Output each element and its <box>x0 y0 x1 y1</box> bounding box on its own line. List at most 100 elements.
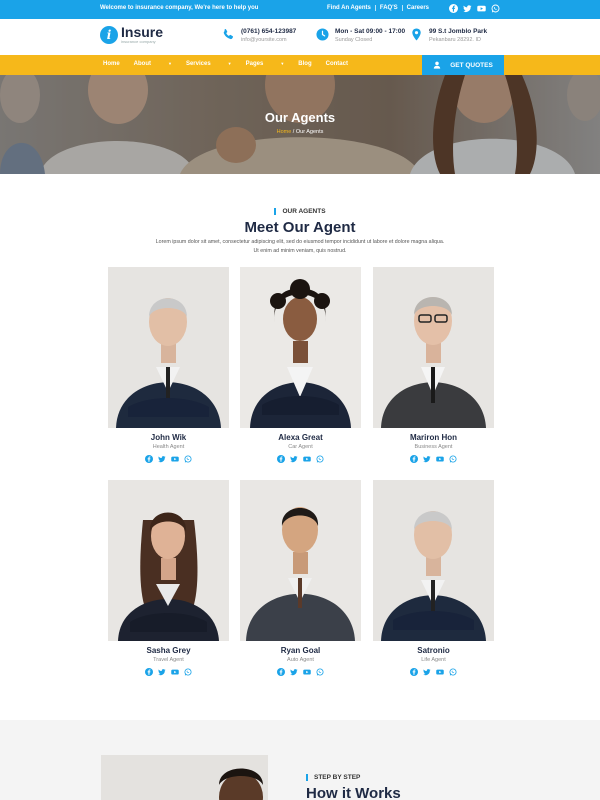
page-title: Our Agents <box>264 110 336 125</box>
phone-number: (0761) 654-123987 <box>241 28 297 35</box>
whatsapp-icon[interactable] <box>316 455 324 463</box>
hours-note: Sunday Closed <box>335 37 373 43</box>
breadcrumb-current: Our Agents <box>295 129 324 135</box>
agent-role: Business Agent <box>414 444 453 450</box>
agent-card[interactable]: John Wik Health Agent <box>108 267 229 463</box>
logo[interactable]: i Insure insurance company <box>100 24 164 44</box>
section-eyebrow-label: OUR AGENTS <box>274 208 326 215</box>
nav-about-label: About <box>133 61 151 67</box>
welcome-text: Welcome to insurance company, We're here… <box>100 5 259 11</box>
get-quotes-button[interactable]: GET QUOTES <box>422 55 504 75</box>
map-pin-icon <box>412 28 421 41</box>
nav-pages[interactable]: Pages ▼ <box>246 61 285 67</box>
agent-card[interactable]: Satronio Life Agent <box>373 480 494 676</box>
agent-card[interactable]: Sasha Grey Travel Agent <box>108 480 229 676</box>
agent-photo <box>373 480 494 641</box>
whatsapp-icon[interactable] <box>449 668 457 676</box>
twitter-icon[interactable] <box>158 455 166 463</box>
youtube-icon[interactable] <box>436 668 444 676</box>
facebook-icon[interactable] <box>410 455 418 463</box>
how-it-works-title: How it Works <box>306 785 401 800</box>
agent-name: Sasha Grey <box>146 646 191 655</box>
agent-name: Ryan Goal <box>280 646 321 655</box>
breadcrumb-home[interactable]: Home <box>277 129 292 135</box>
nav-pages-label: Pages <box>245 61 264 67</box>
chevron-down-icon: ▼ <box>280 61 285 66</box>
agent-name: Mariron Hon <box>409 433 458 442</box>
chevron-down-icon: ▼ <box>227 61 232 66</box>
whatsapp-icon[interactable] <box>316 668 324 676</box>
agent-photo <box>108 267 229 428</box>
whatsapp-icon[interactable] <box>184 455 192 463</box>
email-address: info@yoursite.com <box>241 37 287 43</box>
top-link-find-agents[interactable]: Find An Agents <box>327 5 376 11</box>
nav-about[interactable]: About ▼ <box>134 61 172 67</box>
facebook-icon[interactable] <box>449 4 458 13</box>
twitter-icon[interactable] <box>158 668 166 676</box>
page-hero: Our Agents Home / Our Agents <box>0 75 600 174</box>
get-quotes-label: GET QUOTES <box>450 61 493 69</box>
nav-services[interactable]: Services ▼ <box>186 61 232 67</box>
youtube-icon[interactable] <box>303 455 311 463</box>
agent-photo <box>373 267 494 428</box>
agent-social-links <box>373 455 494 463</box>
facebook-icon[interactable] <box>410 668 418 676</box>
phone-icon <box>223 28 234 40</box>
clock-icon <box>316 28 329 41</box>
agent-card[interactable]: Ryan Goal Auto Agent <box>240 480 361 676</box>
nav-services-label: Services <box>185 61 211 67</box>
main-nav: Home About ▼ Services ▼ Pages ▼ Blog Contac… <box>0 55 600 75</box>
brand-name: Insure <box>121 24 164 40</box>
facebook-icon[interactable] <box>277 668 285 676</box>
whatsapp-icon[interactable] <box>184 668 192 676</box>
contact-address: 99 S.t Jomblo Park Pekanbaru 28292. ID <box>410 27 487 44</box>
agent-photo <box>240 267 361 428</box>
twitter-icon[interactable] <box>463 4 472 13</box>
top-bar: Welcome to insurance company, We're here… <box>0 0 600 19</box>
section-description: Lorem ipsum dolor sit amet, consectetur … <box>140 238 460 256</box>
whatsapp-icon[interactable] <box>449 455 457 463</box>
site-header: i Insure insurance company (0761) 654-12… <box>0 19 600 55</box>
agent-social-links <box>108 455 229 463</box>
twitter-icon[interactable] <box>290 668 298 676</box>
agent-role: Car Agent <box>288 444 313 450</box>
youtube-icon[interactable] <box>436 455 444 463</box>
agent-photo <box>240 480 361 641</box>
nav-contact[interactable]: Contact <box>326 61 348 67</box>
section-description-line-2: Ut enim ad minim veniam, quis nostrud. <box>253 248 347 254</box>
agent-photo <box>108 480 229 641</box>
street-address: 99 S.t Jomblo Park <box>429 28 488 35</box>
city-address: Pekanbaru 28292. ID <box>429 37 481 43</box>
top-social-links <box>449 4 500 13</box>
facebook-icon[interactable] <box>145 668 153 676</box>
whatsapp-icon[interactable] <box>491 4 500 13</box>
top-link-faqs[interactable]: FAQ'S <box>376 5 403 11</box>
agent-role: Life Agent <box>421 657 446 663</box>
agent-social-links <box>373 668 494 676</box>
user-icon <box>433 61 441 69</box>
youtube-icon[interactable] <box>303 668 311 676</box>
facebook-icon[interactable] <box>145 455 153 463</box>
section-description-line-1: Lorem ipsum dolor sit amet, consectetur … <box>155 239 445 245</box>
agent-card[interactable]: Alexa Great Car Agent <box>240 267 361 463</box>
youtube-icon[interactable] <box>477 4 486 13</box>
facebook-icon[interactable] <box>277 455 285 463</box>
nav-blog[interactable]: Blog <box>298 61 311 67</box>
agent-card[interactable]: Mariron Hon Business Agent <box>373 267 494 463</box>
nav-home[interactable]: Home <box>103 61 120 67</box>
top-link-careers[interactable]: Careers <box>403 5 433 11</box>
contact-hours: Mon - Sat 09:00 - 17:00 Sunday Closed <box>316 27 405 44</box>
chevron-down-icon: ▼ <box>168 61 172 66</box>
youtube-icon[interactable] <box>171 455 179 463</box>
how-it-works-section: STEP BY STEP How it Works <box>0 720 600 800</box>
youtube-icon[interactable] <box>171 668 179 676</box>
agent-name: Alexa Great <box>278 433 323 442</box>
business-hours: Mon - Sat 09:00 - 17:00 <box>335 28 406 35</box>
twitter-icon[interactable] <box>290 455 298 463</box>
section-title: Meet Our Agent <box>244 219 356 236</box>
twitter-icon[interactable] <box>423 668 431 676</box>
agent-name: John Wik <box>150 433 187 442</box>
how-it-works-eyebrow: STEP BY STEP <box>306 774 360 781</box>
twitter-icon[interactable] <box>423 455 431 463</box>
logo-mark: i <box>100 26 118 44</box>
